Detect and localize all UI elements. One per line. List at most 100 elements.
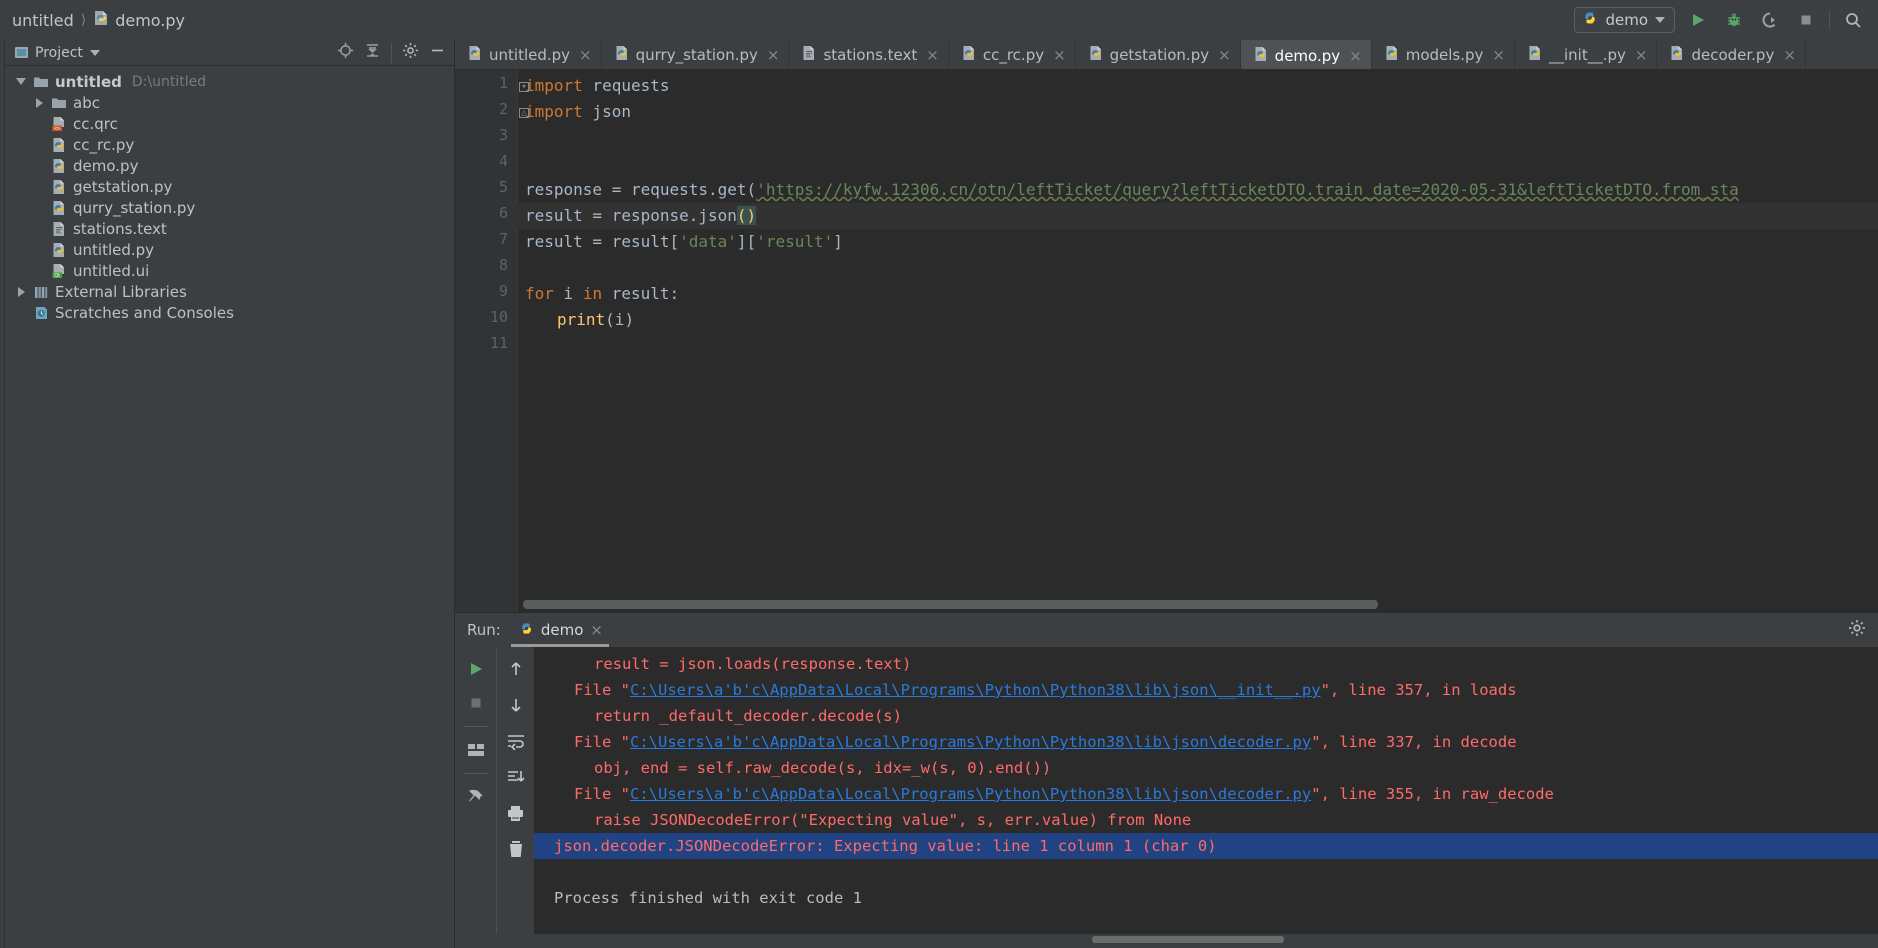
editor-column: untitled.py × qurry_station.py × stations.te… — [455, 40, 1878, 948]
console-text: Process finished with exit code 1 — [554, 889, 862, 907]
console-traceback-file-line[interactable]: File "C:\Users\a'b'c\AppData\Local\Progr… — [534, 677, 1878, 703]
close-icon[interactable]: × — [1053, 46, 1066, 64]
stop-button[interactable] — [1793, 7, 1819, 33]
fold-marker-icon[interactable]: △ — [519, 108, 529, 118]
gear-icon[interactable] — [402, 42, 419, 63]
locate-in-tree-icon[interactable] — [337, 42, 354, 63]
run-tab-demo[interactable]: demo × — [510, 617, 609, 647]
editor-body[interactable]: 1 2 3 4 5 6 7 8 9 10 11 ▾ △ import requests import… — [455, 70, 1878, 612]
run-primary-toolbar — [455, 647, 496, 934]
stop-button[interactable] — [462, 689, 490, 717]
editor-tab-label: untitled.py — [489, 45, 571, 64]
run-tab-label: demo — [540, 621, 584, 639]
console-text: ", line 357, in loads — [1320, 681, 1517, 699]
hide-pane-icon[interactable] — [429, 42, 446, 63]
python-file-icon — [51, 158, 67, 174]
console-traceback-code-line: return _default_decoder.decode(s) — [534, 703, 1878, 729]
breadcrumb-file-label: demo.py — [115, 10, 185, 30]
close-icon[interactable]: × — [1635, 46, 1648, 64]
tree-node-label: untitled — [55, 72, 122, 91]
tree-node-untitled-ui[interactable]: Qt untitled.ui — [5, 260, 454, 281]
chevron-down-icon[interactable] — [89, 49, 100, 56]
console-traceback-file-line[interactable]: File "C:\Users\a'b'c\AppData\Local\Progr… — [534, 781, 1878, 807]
editor-tab-untitled-py[interactable]: untitled.py × — [455, 40, 602, 69]
scroll-to-end-button[interactable] — [502, 763, 530, 791]
restore-layout-button[interactable] — [462, 736, 490, 764]
down-stack-button[interactable] — [502, 691, 530, 719]
pane-divider — [391, 42, 392, 63]
run-button[interactable] — [1685, 7, 1711, 33]
close-icon[interactable]: × — [1783, 46, 1796, 64]
tree-node-untitled[interactable]: untitled D:\untitled — [5, 71, 454, 92]
pin-tab-button[interactable] — [462, 783, 490, 811]
console-text: File " — [574, 785, 630, 803]
tree-node-external-libraries[interactable]: External Libraries — [5, 281, 454, 302]
project-file-tree: untitled D:\untitled abc <> cc.qrc cc_rc.py de… — [5, 66, 454, 323]
chevron-down-icon[interactable] — [15, 78, 27, 85]
run-toolbar: demo — [1574, 7, 1870, 33]
editor-tab-models-py[interactable]: models.py × — [1371, 40, 1515, 69]
editor-tab-decoder-py[interactable]: decoder.py × — [1657, 40, 1806, 69]
python-file-icon — [51, 137, 67, 153]
tree-node-scratches-and-consoles[interactable]: Scratches and Consoles — [5, 302, 454, 323]
editor-tab-init-py[interactable]: __init__.py × — [1514, 40, 1658, 69]
code-area[interactable]: ▾ △ import requests import json response… — [517, 70, 1878, 612]
up-stack-button[interactable] — [502, 655, 530, 683]
run-configuration-selector[interactable]: demo — [1574, 7, 1675, 33]
editor-tab-demo-py[interactable]: demo.py × — [1240, 40, 1372, 69]
search-icon[interactable] — [1840, 7, 1866, 33]
code-line-9: for i in result: — [517, 281, 1878, 307]
console-text: ", line 337, in decode — [1311, 733, 1517, 751]
editor-tab-getstation-py[interactable]: getstation.py × — [1075, 40, 1241, 69]
debug-button[interactable] — [1721, 7, 1747, 33]
tree-node-getstation-py[interactable]: getstation.py — [5, 176, 454, 197]
close-icon[interactable]: × — [1218, 46, 1231, 64]
clear-all-button[interactable] — [502, 835, 530, 863]
print-button[interactable] — [502, 799, 530, 827]
console-file-link[interactable]: C:\Users\a'b'c\AppData\Local\Programs\Py… — [630, 681, 1321, 699]
folder-icon — [33, 74, 49, 90]
breadcrumb-item-project[interactable]: untitled — [12, 11, 74, 30]
code-text: (i) — [605, 310, 635, 329]
gear-icon[interactable] — [1848, 619, 1866, 641]
console-text: File " — [574, 681, 630, 699]
console-traceback-file-line[interactable]: File "C:\Users\a'b'c\AppData\Local\Progr… — [534, 729, 1878, 755]
line-number: 4 — [498, 152, 508, 170]
close-icon[interactable]: × — [926, 46, 939, 64]
run-with-coverage-button[interactable] — [1757, 7, 1783, 33]
fold-column[interactable]: ▾ △ — [517, 73, 531, 612]
breadcrumb-item-file[interactable]: demo.py — [93, 10, 185, 30]
chevron-right-icon[interactable] — [33, 97, 45, 108]
console-error-message: json.decoder.JSONDecodeError: Expecting … — [534, 833, 1878, 859]
console-file-link[interactable]: C:\Users\a'b'c\AppData\Local\Programs\Py… — [630, 785, 1311, 803]
tree-node-demo-py[interactable]: demo.py — [5, 155, 454, 176]
console-file-link[interactable]: C:\Users\a'b'c\AppData\Local\Programs\Py… — [630, 733, 1311, 751]
tree-node-cc-rc-py[interactable]: cc_rc.py — [5, 134, 454, 155]
editor-tab-qurry-station-py[interactable]: qurry_station.py × — [601, 40, 790, 69]
rerun-button[interactable] — [462, 655, 490, 683]
tree-node-stations-text[interactable]: stations.text — [5, 218, 454, 239]
collapse-all-icon[interactable] — [364, 42, 381, 63]
tree-node-untitled-py[interactable]: untitled.py — [5, 239, 454, 260]
run-tool-window: Run: demo × result = json.loads(response… — [455, 612, 1878, 934]
close-icon[interactable]: × — [590, 621, 603, 639]
close-icon[interactable]: × — [1349, 47, 1362, 65]
editor-horizontal-scrollbar[interactable] — [517, 600, 1878, 609]
console-text: result = json.loads(response.text) — [594, 655, 912, 673]
scrollbar-thumb[interactable] — [523, 600, 1378, 609]
soft-wrap-button[interactable] — [502, 727, 530, 755]
editor-tab-stations-text[interactable]: stations.text × — [789, 40, 949, 69]
bottom-scrollbar-thumb[interactable] — [1092, 936, 1284, 943]
code-url-string: 'https://kyfw.12306.cn/otn/leftTicket/qu… — [756, 180, 1739, 199]
tree-node-abc[interactable]: abc — [5, 92, 454, 113]
console-output[interactable]: result = json.loads(response.text) File "… — [534, 647, 1878, 934]
close-icon[interactable]: × — [767, 46, 780, 64]
chevron-right-icon[interactable] — [15, 286, 27, 297]
close-icon[interactable]: × — [579, 46, 592, 64]
tree-node-qurry-station-py[interactable]: qurry_station.py — [5, 197, 454, 218]
tree-node-label: Scratches and Consoles — [55, 303, 234, 322]
tree-node-cc-qrc[interactable]: <> cc.qrc — [5, 113, 454, 134]
fold-marker-icon[interactable]: ▾ — [519, 82, 529, 92]
editor-tab-cc-rc-py[interactable]: cc_rc.py × — [948, 40, 1076, 69]
close-icon[interactable]: × — [1492, 46, 1505, 64]
